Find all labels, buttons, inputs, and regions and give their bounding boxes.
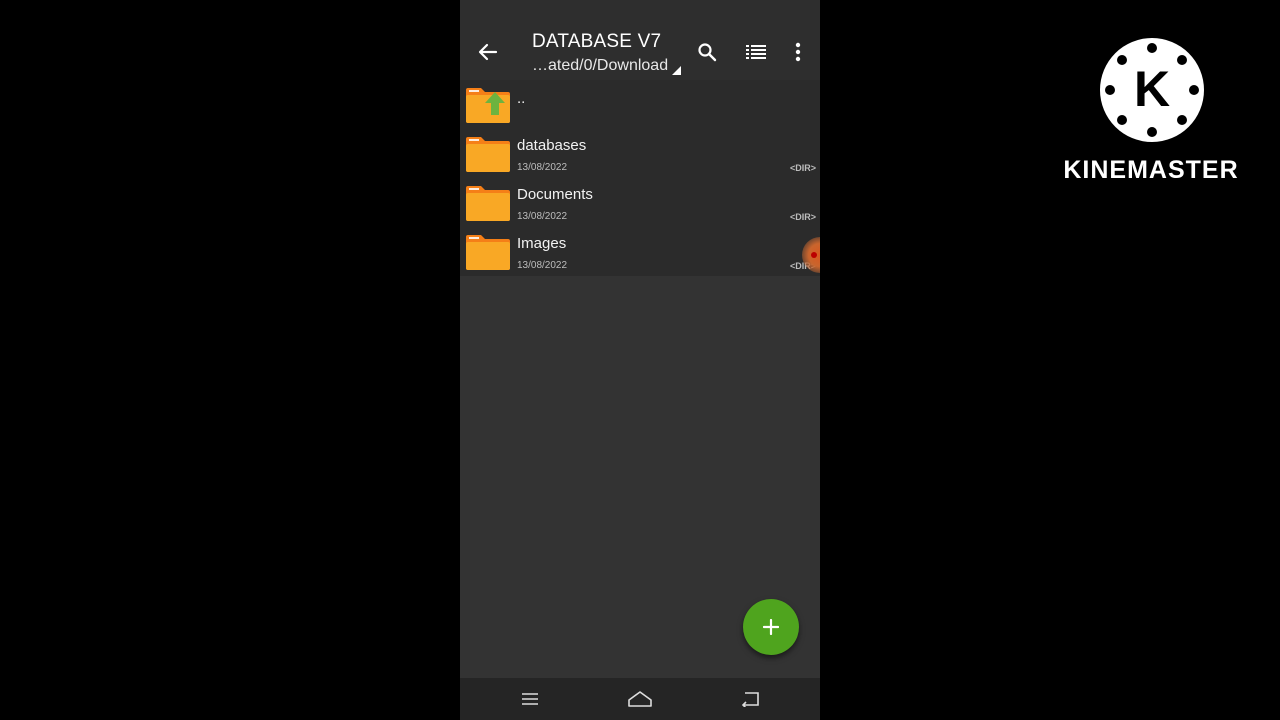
home-icon [628,691,652,707]
home-button[interactable] [620,678,660,720]
folder-up-icon [466,88,510,123]
file-date: 13/08/2022 [517,162,568,173]
view-mode-button[interactable] [742,38,770,66]
back-icon [741,692,759,707]
phone-screen: DATABASE V7 …ated/0/Download .. database… [460,0,820,720]
app-bar: DATABASE V7 …ated/0/Download [460,0,820,80]
menu-icon [522,693,538,705]
system-back-button[interactable] [730,678,770,720]
arrow-left-icon [478,43,498,61]
recent-apps-button[interactable] [510,678,550,720]
list-item-databases[interactable]: databases 13/08/2022 <DIR> [460,129,820,178]
current-path: …ated/0/Download [532,57,669,74]
svg-text:K: K [1134,61,1170,117]
list-item-images[interactable]: Images 13/08/2022 <DIR> [460,227,820,276]
file-date: 13/08/2022 [517,211,568,222]
file-name: Documents [517,186,593,203]
list-item-parent[interactable]: .. [460,80,820,129]
plus-icon [763,619,779,635]
file-type-badge: <DIR> [789,212,816,222]
list-view-icon [746,45,766,59]
file-type-badge: <DIR> [789,163,816,173]
file-name: Images [517,235,567,252]
file-date: 13/08/2022 [517,260,568,271]
back-arrow-button[interactable] [474,38,502,66]
folder-icon [466,137,510,172]
path-dropdown[interactable]: …ated/0/Download [532,57,682,75]
list-item-documents[interactable]: Documents 13/08/2022 <DIR> [460,178,820,227]
folder-icon [466,235,510,270]
file-name: databases [517,137,587,154]
folder-icon [466,186,510,221]
file-name: .. [517,90,526,107]
watermark-text: KINEMASTER [1063,156,1239,184]
dropdown-triangle-icon [672,65,682,75]
kinemaster-logo: K [1100,38,1204,142]
file-list: .. databases 13/08/2022 <DIR> Documents … [460,80,820,276]
more-vertical-icon [795,42,801,62]
add-fab-button[interactable] [743,599,799,655]
system-nav-bar [460,678,820,720]
overflow-menu-button[interactable] [788,38,808,66]
search-button[interactable] [693,38,721,66]
search-icon [698,43,717,62]
touch-indicator-core [811,252,817,258]
folder-title: DATABASE V7 [532,31,662,52]
